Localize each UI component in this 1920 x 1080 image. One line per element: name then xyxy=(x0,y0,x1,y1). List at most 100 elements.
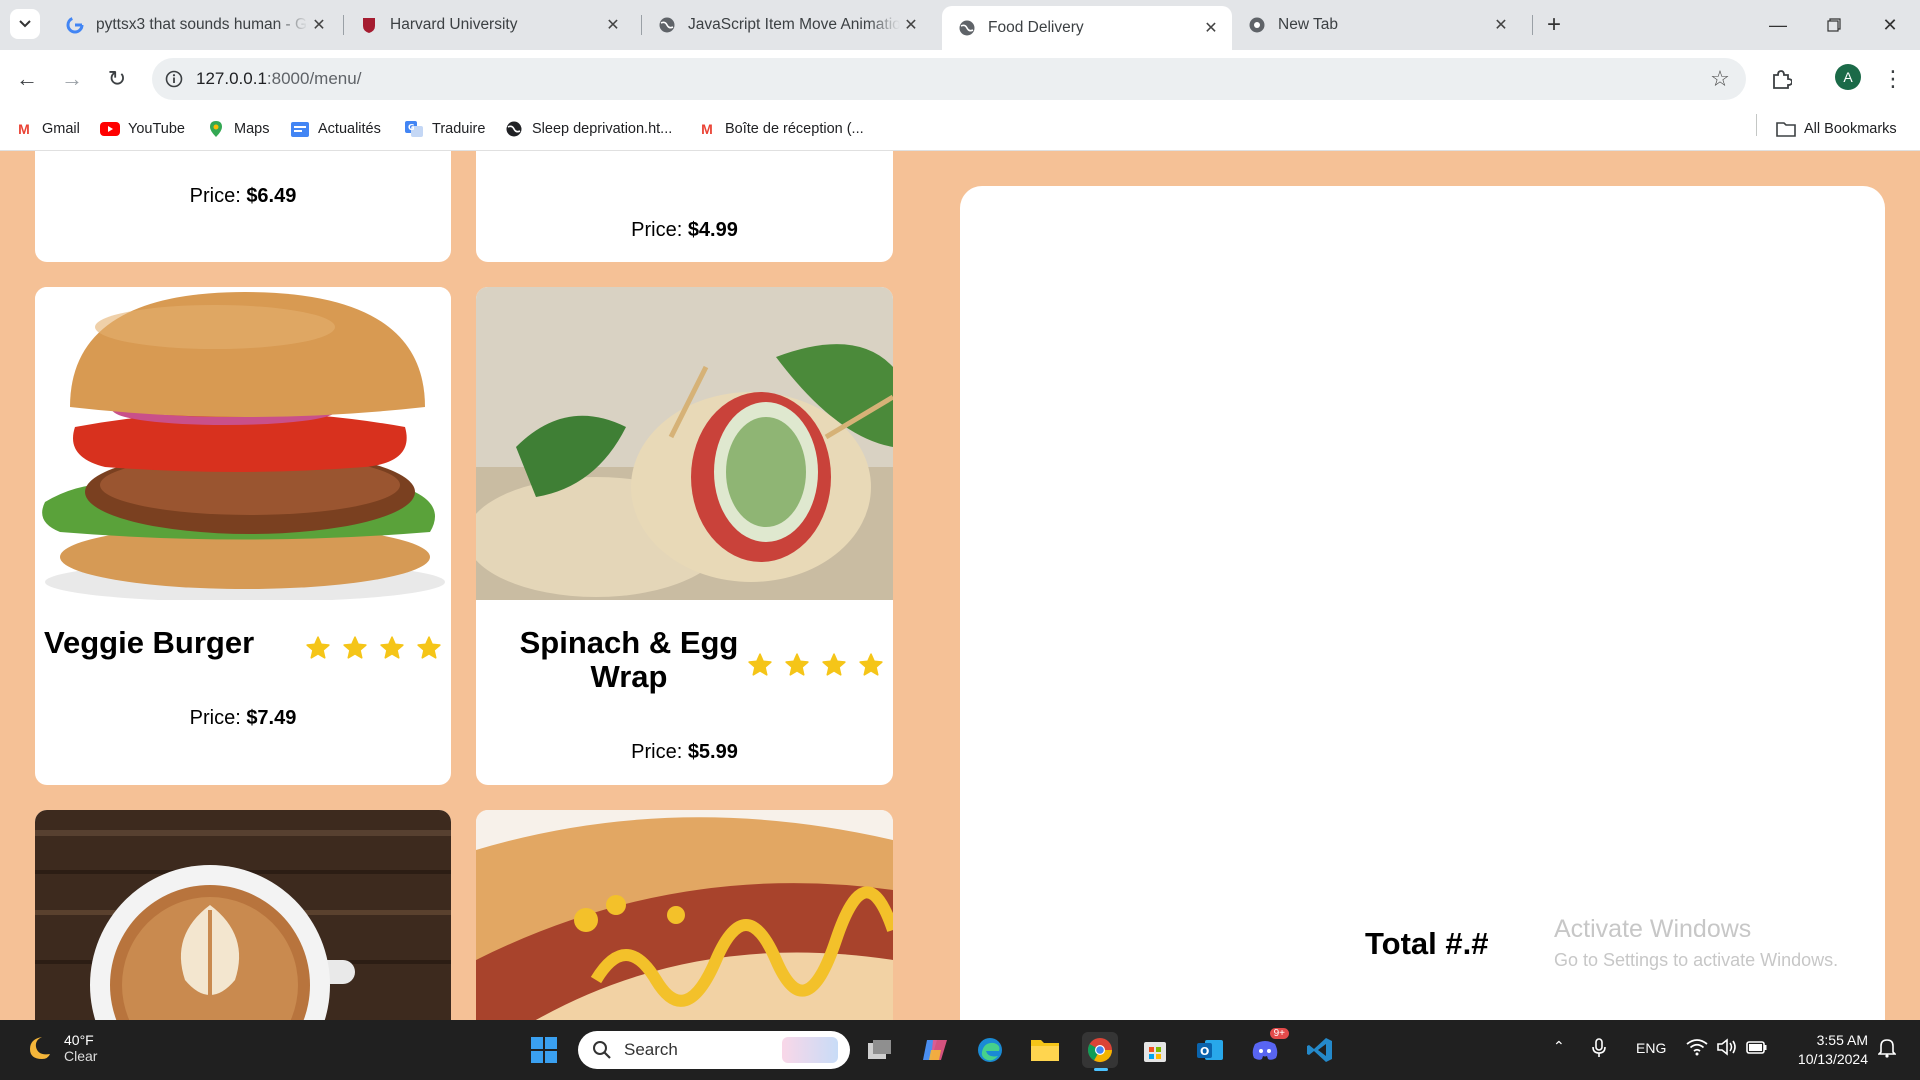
tray-overflow-button[interactable]: ⌃ xyxy=(1553,1038,1565,1055)
notification-badge: 9+ xyxy=(1269,1028,1289,1039)
bell-icon xyxy=(1877,1039,1897,1058)
menu-card-veggie-burger[interactable]: Veggie Burger Price: $7.49 xyxy=(35,287,451,785)
star-rating xyxy=(305,635,442,661)
price-value: $4.99 xyxy=(687,219,738,241)
close-window-button[interactable]: ✕ xyxy=(1862,0,1918,50)
bookmark-sleep-deprivation[interactable]: Sleep deprivation.ht... xyxy=(504,116,672,142)
tab-pyttsx3[interactable]: pyttsx3 that sounds human - Go ✕ xyxy=(50,6,340,44)
language-indicator[interactable]: ENG xyxy=(1636,1040,1666,1056)
close-icon[interactable]: ✕ xyxy=(1200,17,1222,39)
store-icon xyxy=(1144,1042,1166,1062)
address-bar[interactable]: 127.0.0.1:8000/menu/ ☆ xyxy=(152,58,1746,100)
reload-icon: ↻ xyxy=(107,66,127,91)
tab-new-tab[interactable]: New Tab ✕ xyxy=(1232,6,1522,44)
menu-card[interactable] xyxy=(35,810,451,1020)
chrome-icon xyxy=(1087,1038,1112,1063)
outlook-icon: O xyxy=(1197,1040,1223,1060)
weather-temperature: 40°F xyxy=(64,1032,94,1048)
activate-windows-watermark: Activate Windows Go to Settings to activ… xyxy=(1554,915,1838,971)
chevron-up-icon: ⌃ xyxy=(1553,1038,1565,1054)
close-icon[interactable]: ✕ xyxy=(602,14,624,36)
copilot-button[interactable] xyxy=(917,1032,953,1068)
latte-coffee-image xyxy=(35,810,451,1020)
bookmark-traduire[interactable]: G Traduire xyxy=(404,116,485,142)
arrow-right-icon: → xyxy=(61,66,83,91)
task-view-icon xyxy=(868,1040,891,1059)
site-info-icon[interactable] xyxy=(162,67,186,91)
chrome-button[interactable] xyxy=(1082,1032,1118,1071)
bookmark-gmail[interactable]: M Gmail xyxy=(14,116,80,142)
tab-js-animation[interactable]: JavaScript Item Move Animation ✕ xyxy=(642,6,932,44)
forward-button[interactable]: → xyxy=(55,62,89,96)
globe-icon xyxy=(958,19,976,37)
globe-icon xyxy=(504,120,524,138)
start-button[interactable] xyxy=(526,1032,562,1068)
profile-avatar[interactable]: A xyxy=(1835,64,1861,90)
restore-button[interactable] xyxy=(1806,0,1862,50)
wifi-button[interactable] xyxy=(1686,1038,1708,1059)
vscode-button[interactable] xyxy=(1302,1032,1338,1068)
tab-food-delivery[interactable]: Food Delivery ✕ xyxy=(942,6,1232,50)
reload-button[interactable]: ↻ xyxy=(100,62,134,96)
url-host: 127.0.0.1 xyxy=(196,69,267,88)
price-label: Price: xyxy=(631,219,683,241)
cart-total: Total #.# xyxy=(1365,926,1489,961)
close-icon[interactable]: ✕ xyxy=(1490,14,1512,36)
task-view-button[interactable] xyxy=(862,1032,898,1068)
price-label: Price: xyxy=(631,741,683,763)
taskbar-search[interactable]: Search xyxy=(578,1031,850,1069)
tab-search-button[interactable] xyxy=(10,9,40,39)
bookmarks-bar: M Gmail YouTube Maps Actualités G Tradui… xyxy=(0,108,1920,151)
tab-title: pyttsx3 that sounds human - Go xyxy=(96,16,308,33)
menu-card[interactable]: Price: $4.99 xyxy=(476,151,893,262)
active-indicator xyxy=(1094,1068,1108,1071)
windows-logo-icon xyxy=(531,1037,557,1063)
minimize-icon: — xyxy=(1769,14,1787,35)
microphone-button[interactable] xyxy=(1592,1038,1606,1061)
bookmark-maps[interactable]: Maps xyxy=(206,116,269,142)
edge-button[interactable] xyxy=(972,1032,1008,1068)
tab-title: New Tab xyxy=(1278,16,1339,33)
minimize-button[interactable]: — xyxy=(1750,0,1806,50)
star-icon xyxy=(784,652,810,678)
back-button[interactable]: ← xyxy=(10,62,44,96)
bookmark-label: Maps xyxy=(234,121,270,137)
menu-card[interactable] xyxy=(476,810,893,1020)
price-label: Price: xyxy=(189,707,241,729)
maps-icon xyxy=(206,120,226,138)
bookmark-actualites[interactable]: Actualités xyxy=(290,116,381,142)
bookmark-label: Gmail xyxy=(42,121,80,137)
weather-widget[interactable]: 40°F Clear xyxy=(24,1032,97,1064)
bookmark-boite-reception[interactable]: M Boîte de réception (... xyxy=(697,116,864,142)
discord-button[interactable]: 9+ xyxy=(1247,1028,1289,1068)
menu-card[interactable]: Price: $6.49 xyxy=(35,151,451,262)
outlook-button[interactable]: O xyxy=(1192,1032,1228,1068)
volume-button[interactable] xyxy=(1716,1038,1738,1059)
extensions-button[interactable] xyxy=(1764,62,1798,96)
bookmark-youtube[interactable]: YouTube xyxy=(100,116,185,142)
close-icon[interactable]: ✕ xyxy=(308,14,330,36)
svg-text:G: G xyxy=(408,123,415,132)
all-bookmarks-button[interactable]: All Bookmarks xyxy=(1776,116,1897,142)
star-icon xyxy=(821,652,847,678)
bookmark-label: Boîte de réception (... xyxy=(725,121,864,137)
star-icon xyxy=(416,635,442,661)
veggie-burger-image xyxy=(35,287,451,600)
microphone-icon xyxy=(1592,1038,1606,1057)
file-explorer-button[interactable] xyxy=(1027,1032,1063,1068)
notifications-button[interactable] xyxy=(1877,1038,1897,1061)
close-icon: ✕ xyxy=(1882,14,1898,35)
price-value: $5.99 xyxy=(687,741,738,763)
menu-card-spinach-egg-wrap[interactable]: Spinach & Egg Wrap Price: $5.99 xyxy=(476,287,893,785)
star-icon xyxy=(747,652,773,678)
browser-menu-button[interactable]: ⋮ xyxy=(1876,62,1910,96)
close-icon[interactable]: ✕ xyxy=(900,14,922,36)
store-button[interactable] xyxy=(1137,1032,1173,1068)
bookmark-star-icon[interactable]: ☆ xyxy=(1708,66,1732,91)
clock[interactable]: 3:55 AM 10/13/2024 xyxy=(1786,1031,1868,1069)
battery-button[interactable] xyxy=(1746,1038,1768,1059)
new-tab-button[interactable]: + xyxy=(1540,11,1568,39)
plus-icon: + xyxy=(1546,11,1561,38)
tab-harvard[interactable]: Harvard University ✕ xyxy=(344,6,634,44)
spinach-egg-wrap-image xyxy=(476,287,893,600)
